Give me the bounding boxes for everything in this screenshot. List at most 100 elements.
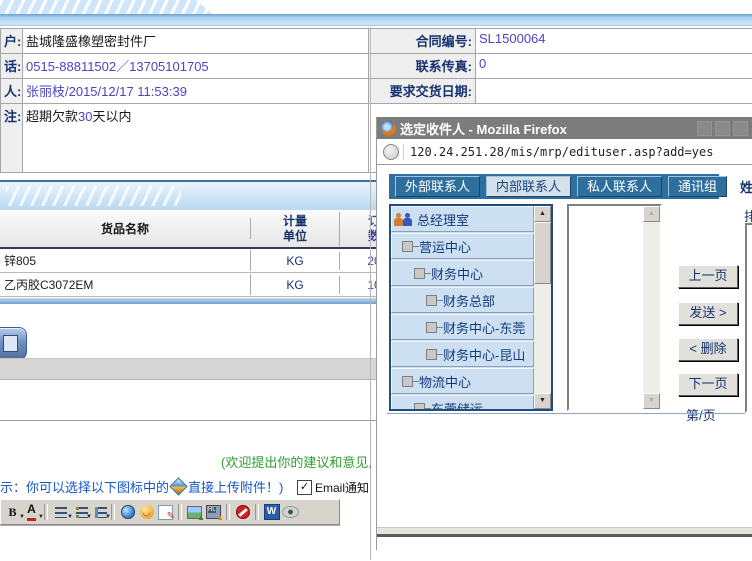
operator-value: 张丽枝/2015/12/17 11:53:39: [23, 79, 369, 104]
close-button[interactable]: [733, 121, 748, 136]
customer-label-cut: 户:: [1, 29, 23, 54]
delivery-date-label: 要求交货日期:: [369, 79, 476, 104]
select-recipient-window: 选定收件人 - Mozilla Firefox 120.24.251.28/mi…: [376, 117, 752, 550]
delete-button[interactable]: < 删除: [678, 338, 738, 361]
operator-label-cut: 人:: [1, 79, 23, 104]
tree-item-label: 财务中心-东莞: [443, 318, 525, 337]
tree-scrollbar[interactable]: ▲ ▼: [534, 206, 551, 409]
list-scrollbar[interactable]: ▲ ▼: [643, 206, 660, 409]
tree-item-label: 总经理室: [417, 210, 469, 229]
window-controls[interactable]: [697, 121, 748, 136]
bold-button[interactable]: B▼: [4, 504, 21, 521]
email-notify-label: Email通知: [315, 479, 369, 496]
contract-no-label: 合同编号:: [369, 29, 476, 54]
tab-groups[interactable]: 通讯组: [668, 176, 727, 197]
popup-urlbar[interactable]: 120.24.251.28/mis/mrp/edituser.asp?add=y…: [377, 139, 752, 165]
font-color-button[interactable]: A▼: [23, 504, 40, 521]
partial-button-icon: [3, 335, 18, 352]
remark-text: 超期欠款: [26, 109, 78, 124]
align-icon: [55, 507, 67, 518]
right-list-edge: [745, 223, 752, 413]
tree-node-icon: [414, 268, 425, 279]
tree-node-icon: [426, 349, 437, 360]
numbered-list-button[interactable]: ▼: [71, 504, 88, 521]
tree-item-label: 东莞储运: [431, 399, 483, 412]
upload-link-text[interactable]: 直接上传附件！): [188, 480, 283, 495]
tree-item[interactable]: 财务中心: [391, 260, 534, 286]
editor-toolbar: B▼ A▼ ▼ ▼ ▼ ◡ W: [0, 499, 340, 525]
upload-file-button[interactable]: [205, 504, 222, 521]
people-icon: [393, 212, 415, 226]
page-top-blue-bar: [0, 14, 752, 26]
name-label-cut: 姓: [740, 177, 752, 196]
tree-item[interactable]: 物流中心: [391, 368, 534, 394]
tree-node-icon: [426, 322, 437, 333]
hyperlink-button[interactable]: [119, 504, 136, 521]
suggestion-note: (欢迎提出你的建议和意见,: [0, 452, 372, 471]
tree-node-icon: [402, 241, 413, 252]
upload-attachment-icon[interactable]: [169, 477, 187, 495]
maximize-button[interactable]: [715, 121, 730, 136]
phone-label-cut: 话:: [1, 54, 23, 79]
tree-item-label: 物流中心: [419, 372, 471, 391]
scroll-down-button[interactable]: ▼: [643, 393, 660, 409]
remark-label-cut: 注:: [1, 104, 23, 173]
url-separator: [403, 144, 404, 160]
toolbar-separator: [226, 504, 230, 520]
col-header-unit: 计量单位: [251, 212, 340, 246]
remark-value[interactable]: 超期欠款30天以内: [23, 104, 369, 173]
popup-titlebar[interactable]: 选定收件人 - Mozilla Firefox: [377, 117, 752, 139]
email-notify-group: ✓ Email通知: [297, 479, 369, 496]
word-import-button[interactable]: W: [263, 504, 280, 521]
word-icon: W: [264, 504, 280, 520]
upload-image-button[interactable]: [186, 504, 203, 521]
tree-item[interactable]: 财务中心-昆山: [391, 341, 534, 367]
tree-item-root[interactable]: 总经理室: [391, 206, 534, 232]
phone-value: 0515-88811502／13705101705: [23, 54, 369, 79]
partial-blue-button[interactable]: [0, 327, 27, 360]
scroll-down-button[interactable]: ▼: [534, 393, 551, 409]
media-blocked-button[interactable]: [234, 504, 251, 521]
tree-item-label: 财务总部: [443, 291, 495, 310]
fax-value: 0: [476, 54, 752, 79]
tree-item[interactable]: 东莞储运: [391, 395, 534, 411]
product-unit: KG: [251, 276, 340, 294]
firefox-icon: [381, 121, 396, 136]
product-name: 乙丙胶C3072EM: [0, 274, 251, 295]
image-upload-icon: [187, 506, 202, 519]
scrollbar-thumb[interactable]: [534, 222, 551, 284]
toolbar-separator: [255, 504, 259, 520]
align-button[interactable]: ▼: [52, 504, 69, 521]
toolbar-separator: [111, 504, 115, 520]
tree-item[interactable]: 营运中心: [391, 233, 534, 259]
scroll-up-button[interactable]: ▲: [643, 206, 660, 222]
prev-page-button[interactable]: 上一页: [678, 265, 738, 288]
email-notify-checkbox[interactable]: ✓: [297, 480, 312, 495]
customer-name-value: 盐城隆盛橡塑密封件厂: [23, 29, 369, 54]
tree-item[interactable]: 财务总部: [391, 287, 534, 313]
send-button[interactable]: 发送 >: [678, 302, 738, 325]
content-divider: [387, 413, 745, 414]
tab-external-contacts[interactable]: 外部联系人: [395, 176, 480, 197]
section-bar-stripes: [6, 186, 181, 206]
indent-button[interactable]: ▼: [90, 504, 107, 521]
edit-table-button[interactable]: [157, 504, 174, 521]
tab-private-contacts[interactable]: 私人联系人: [577, 176, 662, 197]
font-color-icon: A: [27, 504, 36, 521]
unit-line1: 计量: [255, 214, 335, 229]
minimize-button[interactable]: [697, 121, 712, 136]
popup-content: 外部联系人 内部联系人 私人联系人 通讯组 姓 总经理室 营运中心 财务中心 财…: [377, 165, 752, 527]
delivery-date-value: [476, 79, 752, 104]
tree-item[interactable]: 财务中心-东莞: [391, 314, 534, 340]
col-header-name: 货品名称: [0, 218, 251, 239]
popup-bottom-edge: [377, 534, 752, 537]
tab-internal-contacts[interactable]: 内部联系人: [486, 176, 571, 197]
emoticon-button[interactable]: ◡: [138, 504, 155, 521]
selected-recipients-list[interactable]: ▲ ▼: [567, 204, 662, 411]
url-text[interactable]: 120.24.251.28/mis/mrp/edituser.asp?add=y…: [410, 145, 713, 159]
site-globe-icon: [383, 144, 399, 160]
next-page-button[interactable]: 下一页: [678, 373, 738, 396]
scroll-up-button[interactable]: ▲: [534, 206, 551, 222]
page-top-stripe-tab: [0, 0, 213, 15]
preview-button[interactable]: [282, 504, 299, 521]
